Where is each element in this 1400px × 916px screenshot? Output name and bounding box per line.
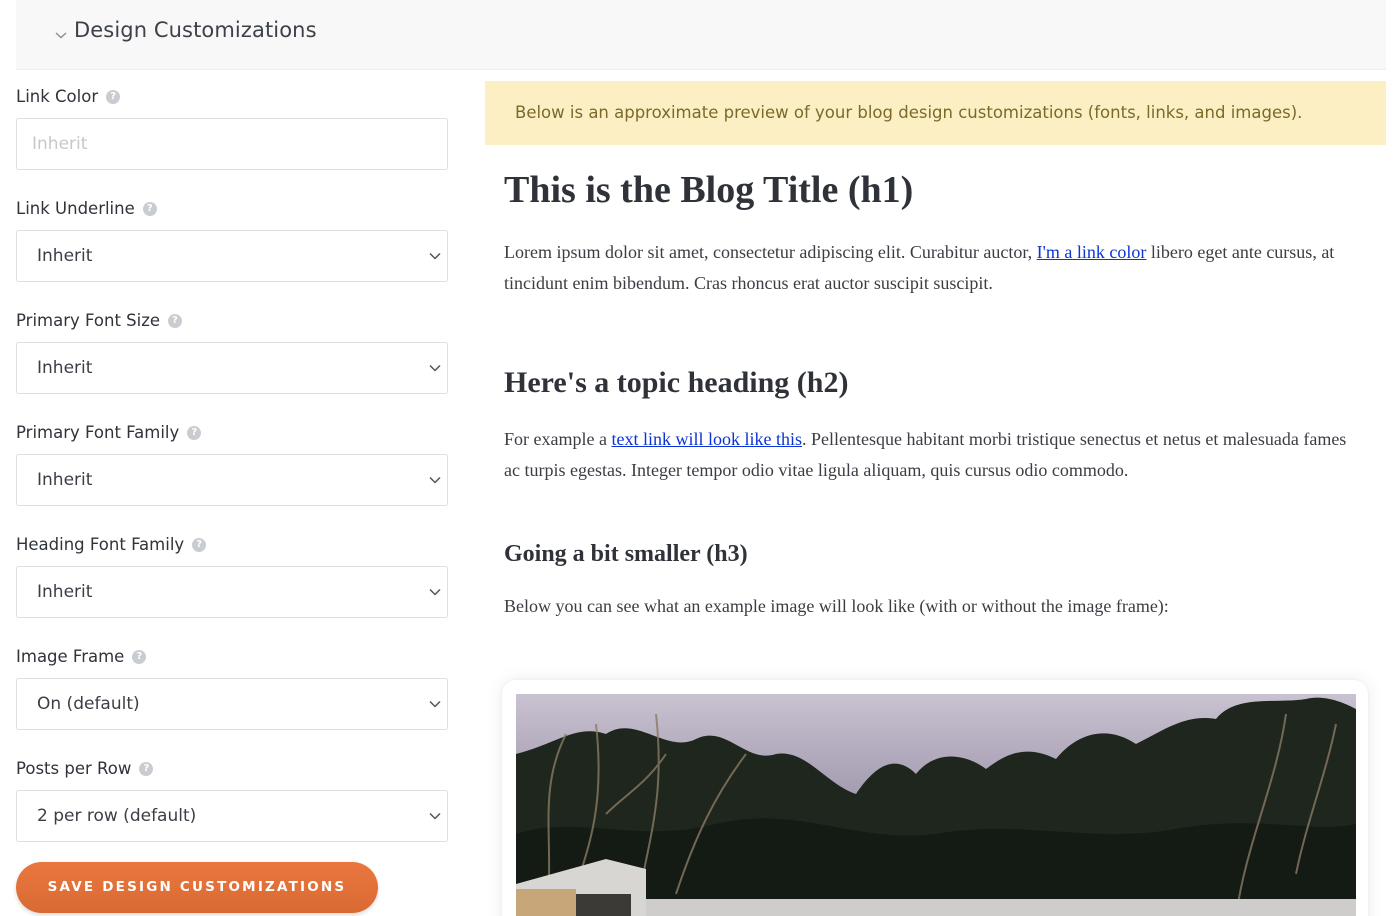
chevron-down-icon bbox=[429, 476, 441, 484]
primary-font-family-select[interactable]: Inherit bbox=[16, 454, 448, 506]
link-underline-select[interactable]: Inherit bbox=[16, 230, 448, 282]
help-icon[interactable]: ? bbox=[132, 650, 147, 664]
posts-per-row-select[interactable]: 2 per row (default) bbox=[16, 790, 448, 842]
preview-h1: This is the Blog Title (h1) bbox=[504, 169, 914, 211]
preview-paragraph-3: Below you can see what an example image … bbox=[504, 596, 1169, 616]
example-image bbox=[516, 694, 1356, 916]
chevron-down-icon bbox=[429, 700, 441, 708]
preview-notice: Below is an approximate preview of your … bbox=[485, 81, 1386, 145]
help-icon[interactable]: ? bbox=[106, 90, 121, 104]
chevron-down-icon bbox=[429, 252, 441, 260]
chevron-down-icon bbox=[429, 812, 441, 820]
primary-font-size-label: Primary Font Size ? bbox=[16, 310, 183, 332]
save-design-customizations-button[interactable]: SAVE DESIGN CUSTOMIZATIONS bbox=[16, 862, 378, 913]
preview-paragraph-2: For example a text link will look like t… bbox=[504, 429, 1347, 480]
select-value: 2 per row (default) bbox=[37, 806, 197, 826]
link-color-label: Link Color ? bbox=[16, 86, 121, 108]
primary-font-family-label: Primary Font Family ? bbox=[16, 422, 202, 444]
link-underline-label: Link Underline ? bbox=[16, 198, 157, 220]
help-icon[interactable]: ? bbox=[142, 202, 157, 216]
select-value: On (default) bbox=[37, 694, 140, 714]
link-color-placeholder: Inherit bbox=[32, 134, 88, 154]
select-value: Inherit bbox=[37, 246, 93, 266]
chevron-down-icon bbox=[429, 588, 441, 596]
section-title: Design Customizations bbox=[74, 18, 317, 42]
image-frame-label: Image Frame ? bbox=[16, 646, 147, 668]
help-icon[interactable]: ? bbox=[139, 762, 154, 776]
help-icon[interactable]: ? bbox=[192, 538, 207, 552]
select-value: Inherit bbox=[37, 582, 93, 602]
preview-text-link[interactable]: text link will look like this bbox=[611, 429, 802, 449]
primary-font-size-select[interactable]: Inherit bbox=[16, 342, 448, 394]
heading-font-family-label: Heading Font Family ? bbox=[16, 534, 207, 556]
image-frame-select[interactable]: On (default) bbox=[16, 678, 448, 730]
posts-per-row-label: Posts per Row ? bbox=[16, 758, 154, 780]
help-icon[interactable]: ? bbox=[187, 426, 202, 440]
help-icon[interactable]: ? bbox=[168, 314, 183, 328]
section-header[interactable]: Design Customizations bbox=[16, 0, 1386, 70]
select-value: Inherit bbox=[37, 358, 93, 378]
preview-h2: Here's a topic heading (h2) bbox=[504, 366, 849, 399]
select-value: Inherit bbox=[37, 470, 93, 490]
preview-paragraph-1: Lorem ipsum dolor sit amet, consectetur … bbox=[504, 242, 1335, 293]
preview-link-color[interactable]: I'm a link color bbox=[1037, 242, 1147, 262]
chevron-down-icon[interactable] bbox=[54, 30, 68, 40]
preview-h3: Going a bit smaller (h3) bbox=[504, 541, 748, 567]
chevron-down-icon bbox=[429, 364, 441, 372]
heading-font-family-select[interactable]: Inherit bbox=[16, 566, 448, 618]
link-color-input[interactable]: Inherit bbox=[16, 118, 448, 170]
